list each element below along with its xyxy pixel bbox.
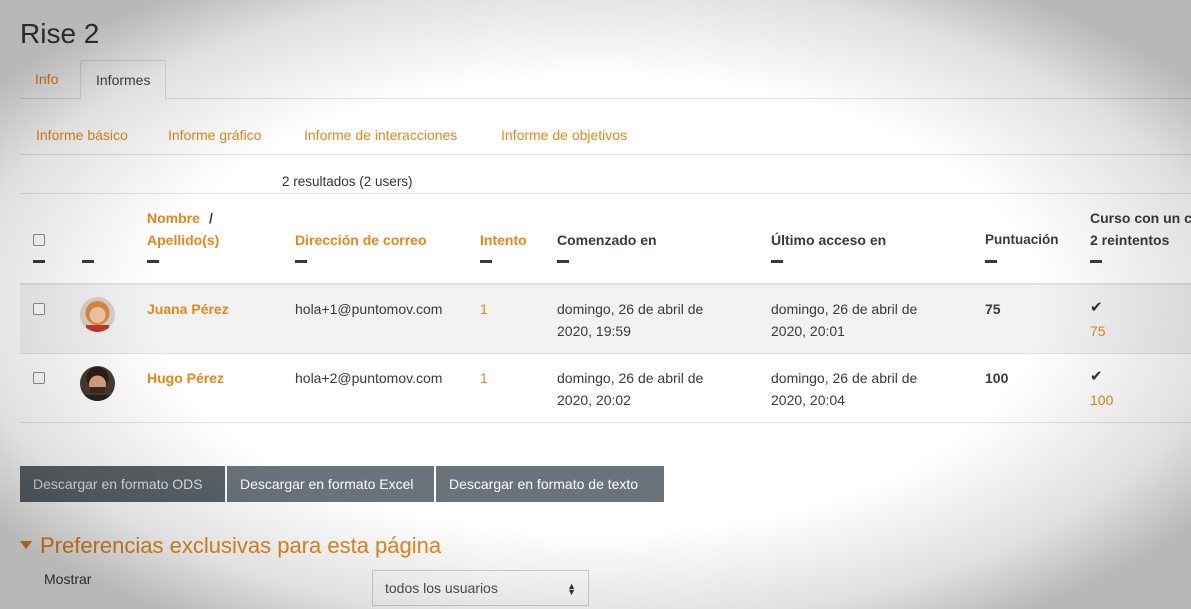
- score: 75: [985, 301, 1001, 317]
- sort-dash-icon[interactable]: [147, 260, 159, 263]
- header-puntuacion[interactable]: Puntuación: [985, 229, 1059, 251]
- started-date: domingo, 26 de abril de: [557, 301, 704, 317]
- header-ultimo-acceso[interactable]: Último acceso en: [771, 229, 886, 251]
- tab-info[interactable]: Info: [20, 60, 73, 99]
- attempt-link[interactable]: 1: [480, 298, 488, 320]
- sort-dash-icon[interactable]: [295, 260, 307, 263]
- show-users-select-value: todos los usuarios: [385, 580, 498, 596]
- subnav-informe-grafico[interactable]: Informe gráfico: [168, 116, 261, 155]
- show-users-select[interactable]: todos los usuarios ▲ ▼: [372, 570, 589, 606]
- header-apellidos[interactable]: Apellido(s): [147, 229, 219, 251]
- header-correo[interactable]: Dirección de correo: [295, 229, 427, 251]
- row-checkbox[interactable]: [33, 303, 45, 315]
- check-icon: ✔: [1090, 299, 1103, 316]
- sort-dash-icon[interactable]: [557, 260, 569, 263]
- header-curso[interactable]: Curso con un c: [1090, 207, 1191, 229]
- show-label: Mostrar: [44, 571, 92, 587]
- course-score-link[interactable]: 100: [1090, 389, 1113, 411]
- table-row: Hugo Pérez hola+2@puntomov.com 1 domingo…: [20, 354, 1191, 423]
- collapse-triangle-icon: [20, 541, 32, 549]
- user-email: hola+2@puntomov.com: [295, 370, 443, 386]
- download-text-button[interactable]: Descargar en formato de texto: [436, 466, 664, 502]
- course-score-link[interactable]: 75: [1090, 320, 1106, 342]
- select-all-checkbox[interactable]: [33, 234, 45, 246]
- subnav-informe-interacciones[interactable]: Informe de interacciones: [304, 116, 457, 155]
- preferences-title: Preferencias exclusivas para esta página: [40, 533, 442, 558]
- score: 100: [985, 370, 1009, 386]
- page-title: Rise 2: [20, 18, 100, 49]
- user-email: hola+1@puntomov.com: [295, 301, 443, 317]
- sort-dash-icon[interactable]: [771, 260, 783, 263]
- started-date: domingo, 26 de abril de: [557, 370, 704, 386]
- results-count: 2 resultados (2 users): [282, 174, 413, 189]
- download-excel-button[interactable]: Descargar en formato Excel: [227, 466, 434, 502]
- header-slash: /: [209, 210, 213, 226]
- header-intento[interactable]: Intento: [480, 229, 527, 251]
- subnav-informe-basico[interactable]: Informe básico: [36, 116, 128, 155]
- tab-informes[interactable]: Informes: [80, 60, 167, 100]
- started-time: 2020, 20:02: [557, 392, 631, 408]
- avatar[interactable]: [80, 297, 115, 332]
- table-header: Nombre / Apellido(s) Dirección de correo…: [20, 193, 1191, 285]
- avatar[interactable]: [80, 366, 115, 401]
- user-name-link[interactable]: Juana Pérez: [147, 298, 229, 320]
- preferences-section-toggle[interactable]: Preferencias exclusivas para esta página: [20, 533, 441, 559]
- sort-dash-icon[interactable]: [1090, 260, 1102, 263]
- last-access-time: 2020, 20:01: [771, 323, 845, 339]
- last-access-time: 2020, 20:04: [771, 392, 845, 408]
- attempt-link[interactable]: 1: [480, 367, 488, 389]
- sort-dash-icon[interactable]: [33, 260, 45, 263]
- header-nombre[interactable]: Nombre: [147, 207, 200, 229]
- download-ods-button[interactable]: Descargar en formato ODS: [20, 466, 225, 502]
- check-icon: ✔: [1090, 368, 1103, 385]
- row-checkbox[interactable]: [33, 372, 45, 384]
- sort-dash-icon[interactable]: [985, 260, 997, 263]
- table-row: Juana Pérez hola+1@puntomov.com 1 doming…: [20, 285, 1191, 354]
- started-time: 2020, 19:59: [557, 323, 631, 339]
- select-caret-icon: ▲ ▼: [567, 580, 576, 597]
- report-subnav: Informe básico Informe gráfico Informe d…: [20, 116, 1191, 155]
- page: Rise 2 Info Informes Informe básico Info…: [20, 0, 1191, 609]
- header-comenzado[interactable]: Comenzado en: [557, 229, 657, 251]
- header-curso-reintentos: 2 reintentos: [1090, 232, 1170, 248]
- sort-dash-icon[interactable]: [480, 260, 492, 263]
- sort-dash-icon[interactable]: [82, 260, 94, 263]
- last-access-date: domingo, 26 de abril de: [771, 370, 918, 386]
- user-name-link[interactable]: Hugo Pérez: [147, 367, 224, 389]
- subnav-informe-objetivos[interactable]: Informe de objetivos: [501, 116, 627, 155]
- main-tabs: Info Informes: [20, 60, 1191, 100]
- last-access-date: domingo, 26 de abril de: [771, 301, 918, 317]
